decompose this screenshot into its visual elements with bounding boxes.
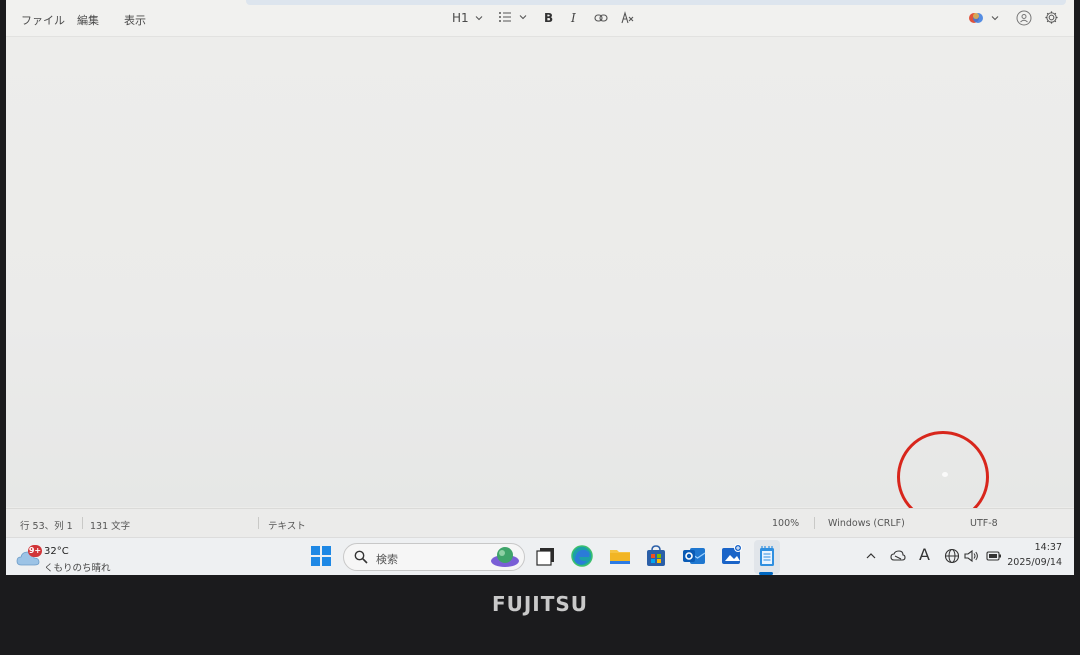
list-icon bbox=[499, 12, 511, 22]
character-count: 131 文字 bbox=[90, 521, 131, 532]
account-icon bbox=[1016, 10, 1032, 26]
weather-condition: くもりのち晴れ bbox=[44, 563, 111, 574]
account-button[interactable] bbox=[1016, 10, 1032, 26]
settings-icon bbox=[1045, 11, 1058, 24]
ime-indicator[interactable]: A bbox=[919, 545, 930, 564]
search-placeholder: 検索 bbox=[376, 553, 398, 566]
store-button[interactable] bbox=[646, 545, 666, 571]
edge-button[interactable] bbox=[571, 545, 593, 571]
battery-icon[interactable] bbox=[986, 550, 1002, 562]
status-divider bbox=[814, 517, 815, 529]
annotation-highlight bbox=[942, 472, 948, 477]
zoom-level[interactable]: 100% bbox=[772, 518, 799, 529]
search-highlight-icon bbox=[491, 547, 519, 567]
store-icon bbox=[647, 545, 665, 566]
list-dropdown[interactable] bbox=[498, 11, 528, 23]
menu-edit[interactable]: 編集 bbox=[77, 12, 99, 28]
line-ending[interactable]: Windows (CRLF) bbox=[828, 518, 905, 529]
clear-formatting-icon bbox=[621, 11, 634, 24]
photos-button[interactable] bbox=[721, 544, 743, 570]
menu-file[interactable]: ファイル bbox=[21, 12, 65, 28]
start-button[interactable] bbox=[311, 546, 331, 570]
outlook-button[interactable] bbox=[682, 545, 706, 571]
clock[interactable]: 14:37 2025/09/14 bbox=[1006, 538, 1074, 575]
brand-logo: FUJITSU bbox=[491, 592, 589, 616]
photos-icon bbox=[722, 544, 742, 564]
editor-area[interactable] bbox=[6, 37, 1074, 507]
file-explorer-button[interactable] bbox=[609, 546, 631, 570]
menu-view[interactable]: 表示 bbox=[124, 12, 146, 28]
status-divider bbox=[258, 517, 259, 529]
outlook-icon bbox=[683, 548, 706, 564]
status-bar: 行 53、列 1 131 文字 テキスト 100% Windows (CRLF)… bbox=[6, 508, 1074, 537]
heading-dropdown[interactable]: H1 bbox=[452, 11, 484, 25]
clock-time: 14:37 bbox=[1034, 542, 1062, 553]
folder-icon bbox=[610, 550, 630, 564]
italic-button[interactable]: I bbox=[571, 11, 576, 25]
title-strip bbox=[246, 0, 1066, 5]
link-icon bbox=[594, 14, 608, 22]
weather-widget[interactable]: 9+ 32°C くもりのち晴れ bbox=[6, 538, 116, 575]
heading-label: H1 bbox=[452, 11, 469, 25]
notepad-button[interactable] bbox=[754, 540, 780, 574]
clock-date: 2025/09/14 bbox=[1007, 557, 1062, 568]
clear-formatting-button[interactable] bbox=[620, 11, 634, 25]
network-globe-icon[interactable] bbox=[944, 548, 960, 564]
bold-button[interactable]: B bbox=[544, 11, 553, 25]
taskbar-search[interactable]: 検索 bbox=[343, 543, 525, 571]
menu-bar: ファイル 編集 表示 H1 B I bbox=[6, 0, 1074, 37]
link-button[interactable] bbox=[594, 13, 608, 23]
settings-button[interactable] bbox=[1044, 10, 1059, 25]
copilot-icon bbox=[969, 13, 983, 23]
notepad-icon bbox=[760, 546, 774, 566]
windows-start-icon bbox=[311, 546, 331, 566]
active-app-indicator bbox=[759, 572, 773, 575]
status-divider bbox=[82, 517, 83, 529]
cloud-sync-icon[interactable] bbox=[890, 549, 906, 563]
chevron-down-icon bbox=[519, 15, 527, 20]
chevron-up-icon[interactable] bbox=[865, 551, 877, 561]
edge-icon bbox=[571, 545, 593, 567]
search-icon bbox=[354, 550, 368, 564]
task-view-icon bbox=[536, 548, 554, 566]
encoding[interactable]: UTF-8 bbox=[970, 518, 998, 529]
chevron-down-icon bbox=[991, 16, 999, 21]
volume-icon[interactable] bbox=[963, 549, 979, 563]
taskbar: 9+ 32°C くもりのち晴れ 検索 A 14:37 2025/09/14 bbox=[6, 537, 1074, 575]
task-view-button[interactable] bbox=[536, 546, 556, 570]
weather-badge: 9+ bbox=[28, 545, 42, 557]
cursor-position[interactable]: 行 53、列 1 bbox=[20, 518, 73, 532]
chevron-down-icon bbox=[475, 16, 483, 21]
screen: ファイル 編集 表示 H1 B I 行 53、列 1 131 文字 テキスト 1… bbox=[6, 0, 1074, 575]
weather-temperature: 32°C bbox=[44, 546, 69, 557]
copilot-button[interactable] bbox=[968, 10, 1000, 26]
format-indicator[interactable]: テキスト bbox=[268, 518, 306, 532]
